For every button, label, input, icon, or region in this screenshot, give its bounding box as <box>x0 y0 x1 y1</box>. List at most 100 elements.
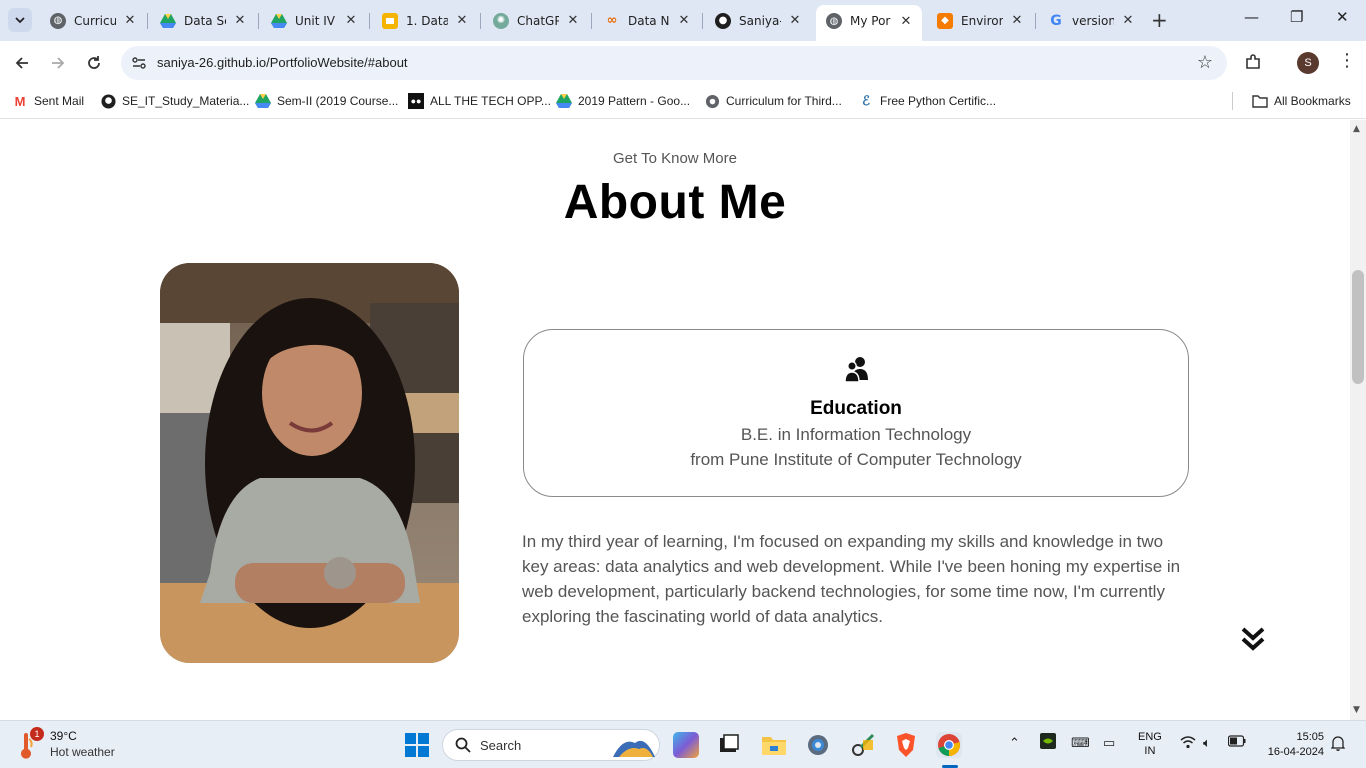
task-view-icon[interactable] <box>716 732 742 758</box>
page-scrollbar[interactable] <box>1350 120 1366 720</box>
settings-icon[interactable] <box>805 732 831 758</box>
url-text[interactable]: saniya-26.github.io/PortfolioWebsite/#ab… <box>157 55 408 70</box>
clock-date: 16-04-2024 <box>1267 746 1324 758</box>
all-bookmarks-button[interactable]: All Bookmarks <box>1252 93 1351 109</box>
windows-start-icon[interactable] <box>405 733 429 757</box>
close-window-button[interactable]: ✕ <box>1336 8 1349 26</box>
close-icon[interactable]: ✕ <box>676 13 692 28</box>
wifi-icon[interactable] <box>1180 735 1196 752</box>
tab-label: Enviror <box>961 13 1003 28</box>
google-icon: G <box>1050 12 1062 29</box>
close-icon[interactable]: ✕ <box>787 13 803 28</box>
bookmark-curriculum-third[interactable]: Curriculum for Third... <box>704 93 842 109</box>
minimize-button[interactable]: — <box>1244 8 1259 26</box>
scroll-up-icon[interactable]: ▲ <box>1353 124 1360 134</box>
github-icon <box>100 93 116 109</box>
close-icon[interactable]: ✕ <box>898 14 914 29</box>
tab-data-slides[interactable]: 1. Data ✕ <box>372 6 478 35</box>
brave-browser-icon[interactable] <box>893 732 919 758</box>
tab-google-version[interactable]: G version ✕ <box>1038 6 1144 35</box>
google-slides-icon <box>382 12 398 29</box>
colab-icon: ∞ <box>606 13 618 28</box>
display-icon[interactable]: ▭ <box>1103 735 1115 751</box>
close-icon[interactable]: ✕ <box>122 13 138 28</box>
profile-avatar[interactable]: S <box>1297 52 1319 74</box>
bookmark-label: Curriculum for Third... <box>726 94 842 108</box>
reload-button[interactable] <box>82 51 106 75</box>
tab-divider <box>147 13 148 29</box>
bookmark-2019-pattern[interactable]: 2019 Pattern - Goo... <box>556 93 690 109</box>
battery-icon[interactable] <box>1227 735 1246 750</box>
bookmark-sem-ii[interactable]: Sem-II (2019 Course... <box>255 93 398 109</box>
google-drive-icon <box>271 13 287 29</box>
back-button[interactable] <box>10 51 34 75</box>
tab-my-portfolio[interactable]: ◍ My Por ✕ <box>816 5 922 41</box>
tab-unit-iv[interactable]: Unit IV ✕ <box>261 6 367 35</box>
medium-icon: ●● <box>408 93 424 109</box>
nvidia-icon[interactable] <box>1040 733 1056 752</box>
windows-taskbar: 1 39°C Hot weather Search ⌃ ⌨ ▭ ENG IN 🔈… <box>0 720 1366 768</box>
tab-label: version <box>1072 13 1114 28</box>
close-icon[interactable]: ✕ <box>232 13 248 28</box>
extensions-icon[interactable] <box>1244 53 1262 75</box>
language-indicator[interactable]: ENG IN <box>1138 730 1162 758</box>
bookmark-free-python[interactable]: ℰ Free Python Certific... <box>858 93 996 109</box>
bookmark-sent-mail[interactable]: M Sent Mail <box>12 93 84 109</box>
tab-divider <box>702 13 703 29</box>
google-drive-icon <box>255 93 271 109</box>
keyboard-icon[interactable]: ⌨ <box>1071 735 1090 751</box>
bookmark-tech-opp[interactable]: ●● ALL THE TECH OPP... <box>408 93 551 109</box>
tab-data-notebook[interactable]: ∞ Data N ✕ <box>594 6 700 35</box>
copilot-icon[interactable] <box>673 732 699 758</box>
scrollbar-thumb[interactable] <box>1352 270 1364 384</box>
menu-icon[interactable]: ⋮ <box>1338 50 1356 71</box>
profile-photo <box>160 263 459 663</box>
bookmark-label: All Bookmarks <box>1274 94 1351 108</box>
file-explorer-icon[interactable] <box>761 732 787 758</box>
chatgpt-icon: ✺ <box>493 12 509 29</box>
close-icon[interactable]: ✕ <box>1120 13 1136 28</box>
region-code: IN <box>1144 745 1156 757</box>
python-icon: ℰ <box>862 93 870 108</box>
tab-github-saniya[interactable]: ● Saniya- ✕ <box>705 6 811 35</box>
globe-icon: ◍ <box>826 13 842 29</box>
close-icon[interactable]: ✕ <box>1009 13 1025 28</box>
arrow-left-icon <box>15 57 28 69</box>
bookmark-star-icon[interactable]: ☆ <box>1197 52 1213 73</box>
tab-label: My Por <box>850 14 891 28</box>
taskbar-search[interactable]: Search <box>442 729 660 761</box>
chrome-icon[interactable] <box>936 732 962 758</box>
address-bar[interactable]: saniya-26.github.io/PortfolioWebsite/#ab… <box>121 46 1227 80</box>
tab-strip: ◍ Curricu ✕ Data Sc ✕ Unit IV ✕ 1. Data … <box>0 0 1366 41</box>
tab-curriculum[interactable]: ◍ Curricu ✕ <box>40 6 146 35</box>
system-clock[interactable]: 15:05 16-04-2024 <box>1258 730 1324 760</box>
bookmark-label: ALL THE TECH OPP... <box>430 94 551 108</box>
globe-icon <box>704 93 720 109</box>
scroll-down-icon[interactable]: ▼ <box>1353 705 1360 715</box>
show-hidden-icons[interactable]: ⌃ <box>1009 735 1020 751</box>
tab-search-button[interactable] <box>8 8 32 32</box>
education-card: Education B.E. in Information Technology… <box>523 329 1189 497</box>
bookmark-se-it-study[interactable]: SE_IT_Study_Materia... <box>100 93 249 109</box>
close-icon[interactable]: ✕ <box>565 13 581 28</box>
bookmark-divider <box>1232 92 1233 110</box>
restore-button[interactable]: ❐ <box>1290 8 1303 26</box>
scroll-down-arrow-icon[interactable] <box>1240 625 1266 653</box>
tab-label: ChatGP <box>517 13 559 28</box>
github-icon: ● <box>715 12 731 29</box>
close-icon[interactable]: ✕ <box>454 13 470 28</box>
site-settings-icon[interactable] <box>131 55 147 71</box>
tab-divider <box>369 13 370 29</box>
snipping-tool-icon[interactable] <box>849 732 875 758</box>
close-icon[interactable]: ✕ <box>343 13 359 28</box>
tab-chatgpt[interactable]: ✺ ChatGP ✕ <box>483 6 589 35</box>
tab-label: Curricu <box>74 13 116 28</box>
new-tab-button[interactable]: + <box>1151 10 1168 30</box>
notifications-bell-icon[interactable] <box>1330 735 1346 754</box>
tab-divider <box>1035 13 1036 29</box>
tab-data-science[interactable]: Data Sc ✕ <box>150 6 256 35</box>
tab-environment[interactable]: ◆ Enviror ✕ <box>927 6 1033 35</box>
tab-label: Data Sc <box>184 13 226 28</box>
forward-button[interactable] <box>46 51 70 75</box>
volume-icon[interactable]: 🔈︎ <box>1203 735 1211 751</box>
